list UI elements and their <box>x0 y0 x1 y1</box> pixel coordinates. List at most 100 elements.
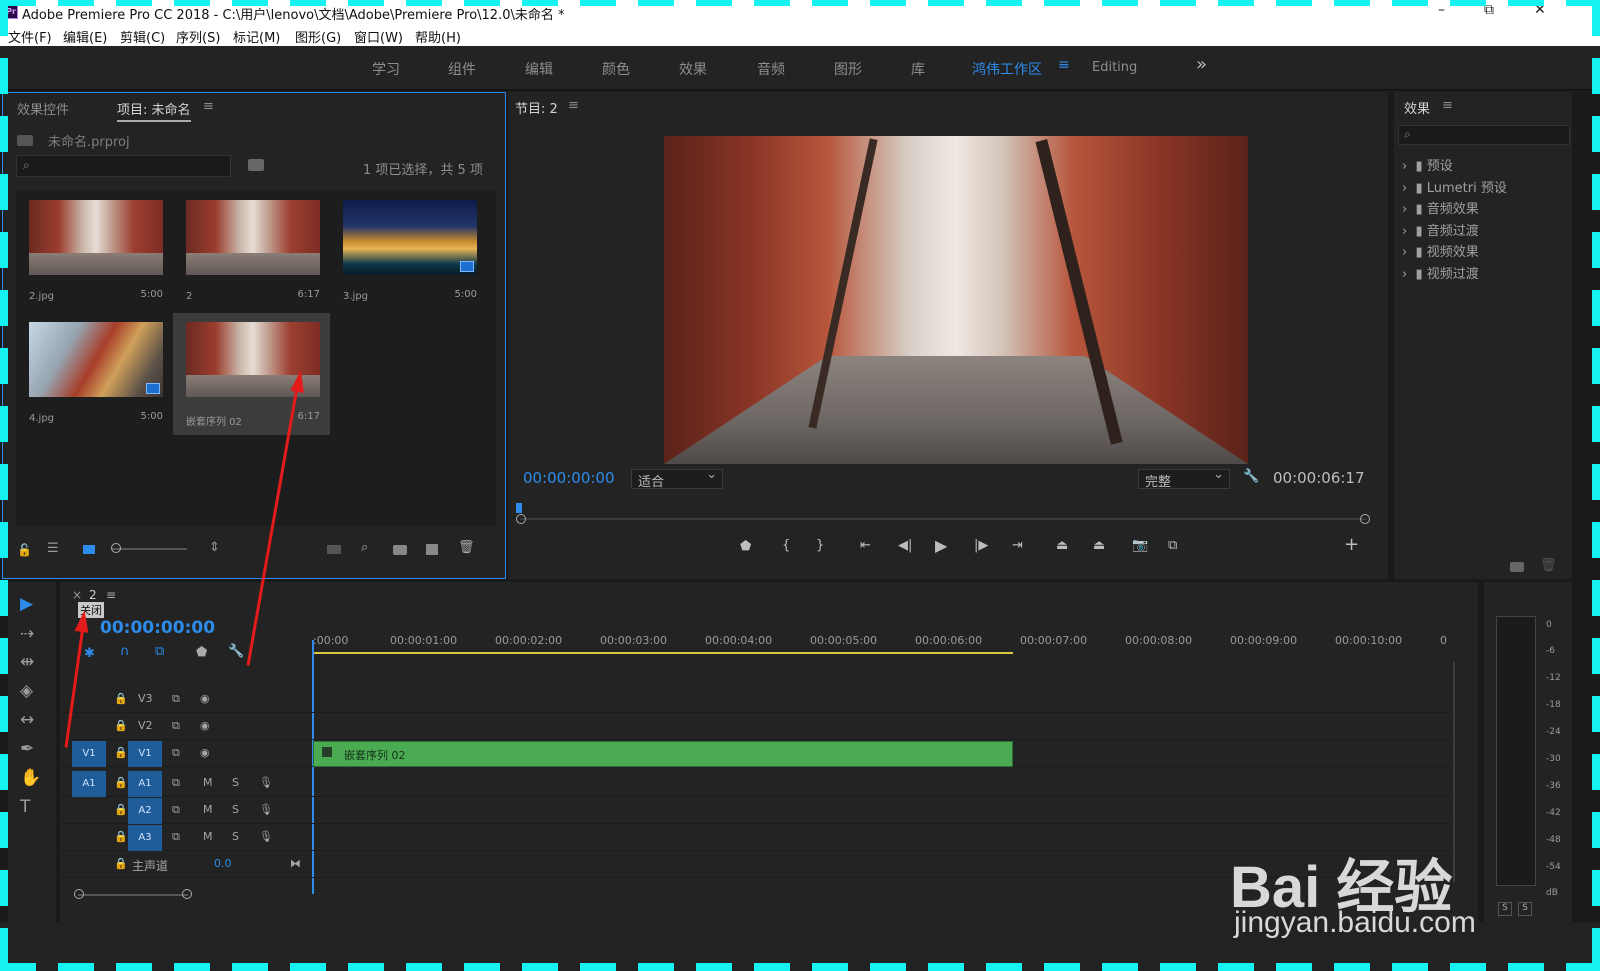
find-icon[interactable]: ⌕ <box>361 540 368 555</box>
program-menu-icon[interactable]: ≡ <box>568 98 579 113</box>
add-marker-icon[interactable]: ⬟ <box>196 645 207 660</box>
tab-effects[interactable]: 效果 <box>1404 98 1430 117</box>
delete-icon[interactable]: 🗑 <box>1540 558 1557 573</box>
eye-icon[interactable]: ◉ <box>200 746 210 759</box>
track-lock-icon[interactable]: 🔒 <box>114 692 128 705</box>
menu-sequence[interactable]: 序列(S) <box>176 27 220 46</box>
scrollbar-left-handle[interactable] <box>74 889 84 899</box>
mute-button[interactable]: M <box>203 830 213 843</box>
sync-lock-icon[interactable]: ⧉ <box>172 719 180 733</box>
zoom-slider[interactable] <box>111 548 187 550</box>
track-lock-icon[interactable]: 🔒 <box>114 803 128 816</box>
mute-button[interactable]: M <box>203 776 213 789</box>
scrollbar-right-handle[interactable] <box>182 889 192 899</box>
go-to-in-icon[interactable]: ⇤ <box>860 538 871 553</box>
selection-tool-icon[interactable]: ▶ <box>20 594 33 614</box>
timeline-timecode[interactable]: 00:00:00:00 <box>100 618 215 638</box>
workspace-menu-icon[interactable]: ≡ <box>1058 57 1070 73</box>
effects-folder[interactable]: › ▮ 预设 <box>1402 155 1453 174</box>
list-view-icon[interactable]: ☰ <box>47 541 59 556</box>
tab-effect-controls[interactable]: 效果控件 <box>17 99 69 118</box>
new-item-icon[interactable] <box>426 544 438 555</box>
ripple-edit-tool-icon[interactable]: ⇹ <box>20 652 34 672</box>
master-volume-value[interactable]: 0.0 <box>214 857 232 870</box>
snap-icon[interactable]: ∩ <box>120 644 130 659</box>
menu-edit[interactable]: 编辑(E) <box>63 27 107 46</box>
sync-lock-icon[interactable]: ⧉ <box>172 692 180 706</box>
quality-dropdown[interactable]: 完整 <box>1138 467 1230 490</box>
effects-search-input[interactable]: ⌕ <box>1398 125 1570 145</box>
workspace-assembly[interactable]: 组件 <box>448 59 476 79</box>
automate-to-sequence-icon[interactable] <box>327 545 341 554</box>
zoom-start-handle[interactable] <box>516 514 526 524</box>
timeline-clip[interactable]: 嵌套序列 02 <box>313 741 1013 767</box>
vertical-scrollbar[interactable] <box>1453 662 1455 882</box>
snap-nested-icon[interactable]: ✱ <box>84 646 95 661</box>
step-back-icon[interactable]: ◀| <box>898 538 912 553</box>
mark-out-icon[interactable]: } <box>816 538 824 553</box>
timeline-settings-icon[interactable]: 🔧 <box>228 644 244 659</box>
workspace-learn[interactable]: 学习 <box>372 59 400 79</box>
export-frame-icon[interactable]: 📷 <box>1132 538 1148 553</box>
video-track-v3[interactable]: 🔒 V3 ⧉ ◉ <box>60 687 1450 713</box>
effects-folder[interactable]: › ▮ 视频效果 <box>1402 241 1479 260</box>
workspace-custom[interactable]: 鸿伟工作区 <box>972 59 1042 79</box>
track-lock-icon[interactable]: 🔒 <box>114 746 128 759</box>
workspace-color[interactable]: 颜色 <box>602 59 630 79</box>
track-lock-icon[interactable]: 🔒 <box>114 776 128 789</box>
timeline-zoom-scrollbar[interactable] <box>78 894 188 896</box>
project-item[interactable]: 2.jpg 5:00 <box>16 191 173 313</box>
track-lock-icon[interactable]: 🔒 <box>114 719 128 732</box>
track-lock-icon[interactable]: 🔒 <box>114 857 128 870</box>
workspace-editing[interactable]: 编辑 <box>525 59 553 79</box>
sync-lock-icon[interactable]: ⧉ <box>172 803 180 817</box>
razor-tool-icon[interactable]: ◈ <box>20 681 33 701</box>
go-to-out-icon[interactable]: ⇥ <box>1012 538 1023 553</box>
project-search-input[interactable]: ⌕ <box>16 155 231 177</box>
video-track-v2[interactable]: 🔒 V2 ⧉ ◉ <box>60 714 1450 740</box>
effects-folder[interactable]: › ▮ 视频过渡 <box>1402 263 1479 282</box>
trash-icon[interactable]: 🗑 <box>458 540 475 555</box>
source-patch-a1[interactable]: A1 <box>72 771 106 797</box>
eye-icon[interactable]: ◉ <box>200 692 210 705</box>
solo-left-button[interactable]: S <box>1498 902 1512 916</box>
fit-dropdown[interactable]: 适合 <box>631 467 723 490</box>
track-target-v1[interactable]: V1 <box>128 741 162 767</box>
zoom-end-handle[interactable] <box>1360 514 1370 524</box>
pen-tool-icon[interactable]: ✒ <box>20 739 34 759</box>
mute-button[interactable]: M <box>203 803 213 816</box>
linked-selection-icon[interactable]: ⧉ <box>155 644 164 659</box>
solo-right-button[interactable]: S <box>1518 902 1532 916</box>
close-sequence-icon[interactable]: × <box>72 588 82 602</box>
voiceover-record-icon[interactable]: 🎙 <box>259 803 273 816</box>
track-lock-icon[interactable]: 🔒 <box>114 830 128 843</box>
add-marker-icon[interactable]: ⬟ <box>740 539 751 554</box>
workspace-effects[interactable]: 效果 <box>679 59 707 79</box>
button-editor-icon[interactable]: + <box>1344 534 1359 555</box>
project-item[interactable]: 4.jpg 5:00 <box>16 313 173 435</box>
comparison-view-icon[interactable]: ⧉ <box>1168 538 1177 553</box>
playhead-timecode[interactable]: 00:00:00:00 <box>523 469 615 487</box>
new-custom-bin-icon[interactable] <box>1510 562 1524 572</box>
wrench-icon[interactable]: 🔧 <box>1243 469 1259 484</box>
lift-icon[interactable]: ⏏ <box>1056 538 1068 553</box>
effects-folder[interactable]: › ▮ 音频效果 <box>1402 198 1479 217</box>
track-target-a2[interactable]: A2 <box>128 798 162 824</box>
scrub-bar[interactable] <box>520 518 1366 520</box>
sync-lock-icon[interactable]: ⧉ <box>172 776 180 790</box>
menu-marker[interactable]: 标记(M) <box>233 27 280 46</box>
workspace-libraries[interactable]: 库 <box>911 59 925 79</box>
project-panel-menu-icon[interactable]: ≡ <box>203 99 214 114</box>
track-target-a1[interactable]: A1 <box>128 771 162 797</box>
solo-button[interactable]: S <box>232 776 239 789</box>
zoom-slider-handle[interactable] <box>111 543 121 553</box>
source-patch-v1[interactable]: V1 <box>72 741 106 767</box>
menu-file[interactable]: 文件(F) <box>8 27 52 46</box>
sync-lock-icon[interactable]: ⧉ <box>172 830 180 844</box>
tab-sequence[interactable]: 2 <box>89 588 97 602</box>
step-forward-icon[interactable]: |▶ <box>974 538 988 553</box>
solo-button[interactable]: S <box>232 803 239 816</box>
new-bin-icon[interactable] <box>393 545 407 555</box>
voiceover-record-icon[interactable]: 🎙 <box>259 830 273 843</box>
sort-icon[interactable]: ⇕ <box>209 540 220 555</box>
